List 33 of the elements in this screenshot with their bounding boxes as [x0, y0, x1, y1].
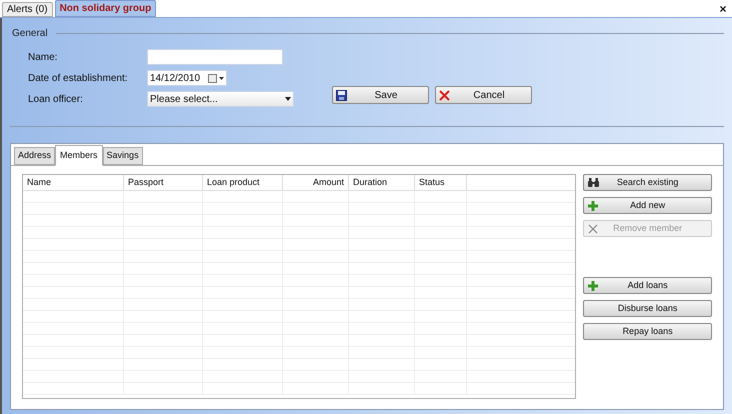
close-button[interactable]: ×	[716, 1, 730, 17]
field-label: Loan officer:	[28, 92, 84, 106]
field-label: Date of establishment:	[28, 72, 128, 86]
document-tab[interactable]: Non solidary group	[54, 0, 156, 17]
cross-icon	[588, 224, 598, 234]
column-header[interactable]: Status	[415, 175, 467, 190]
document-tab[interactable]: Alerts (0)	[2, 2, 53, 17]
action-button[interactable]: Add loans	[583, 277, 712, 294]
column-header[interactable]: Name	[23, 175, 124, 190]
section-tab[interactable]: Members	[55, 145, 103, 166]
name-field[interactable]	[147, 49, 283, 65]
save-button[interactable]: Save	[332, 86, 429, 104]
field-label: Name:	[28, 50, 58, 64]
section-tab[interactable]: Savings	[102, 147, 143, 165]
section-tab[interactable]: Address	[14, 147, 56, 165]
action-button[interactable]: Search existing	[583, 174, 712, 191]
plus-icon	[588, 280, 598, 290]
cross-icon	[439, 90, 450, 100]
plus-icon	[588, 200, 598, 210]
dropdown-caret-icon	[285, 97, 291, 101]
column-header[interactable]: Loan product	[203, 175, 283, 190]
action-button[interactable]: Disburse loans	[583, 300, 712, 317]
action-button[interactable]: Add new	[583, 197, 712, 214]
column-header[interactable]: Passport	[124, 175, 203, 190]
column-header[interactable]: Amount	[283, 175, 349, 190]
binoculars-icon	[588, 178, 600, 187]
calendar-dropdown-icon[interactable]	[208, 74, 224, 82]
date-field[interactable]: 14/12/2010	[147, 70, 227, 86]
loan-officer-select[interactable]: Please select...	[147, 91, 294, 107]
column-header[interactable]: Duration	[349, 175, 415, 190]
section-title: General	[12, 27, 48, 41]
action-button[interactable]: Repay loans	[583, 323, 712, 340]
cancel-button[interactable]: Cancel	[435, 86, 532, 104]
